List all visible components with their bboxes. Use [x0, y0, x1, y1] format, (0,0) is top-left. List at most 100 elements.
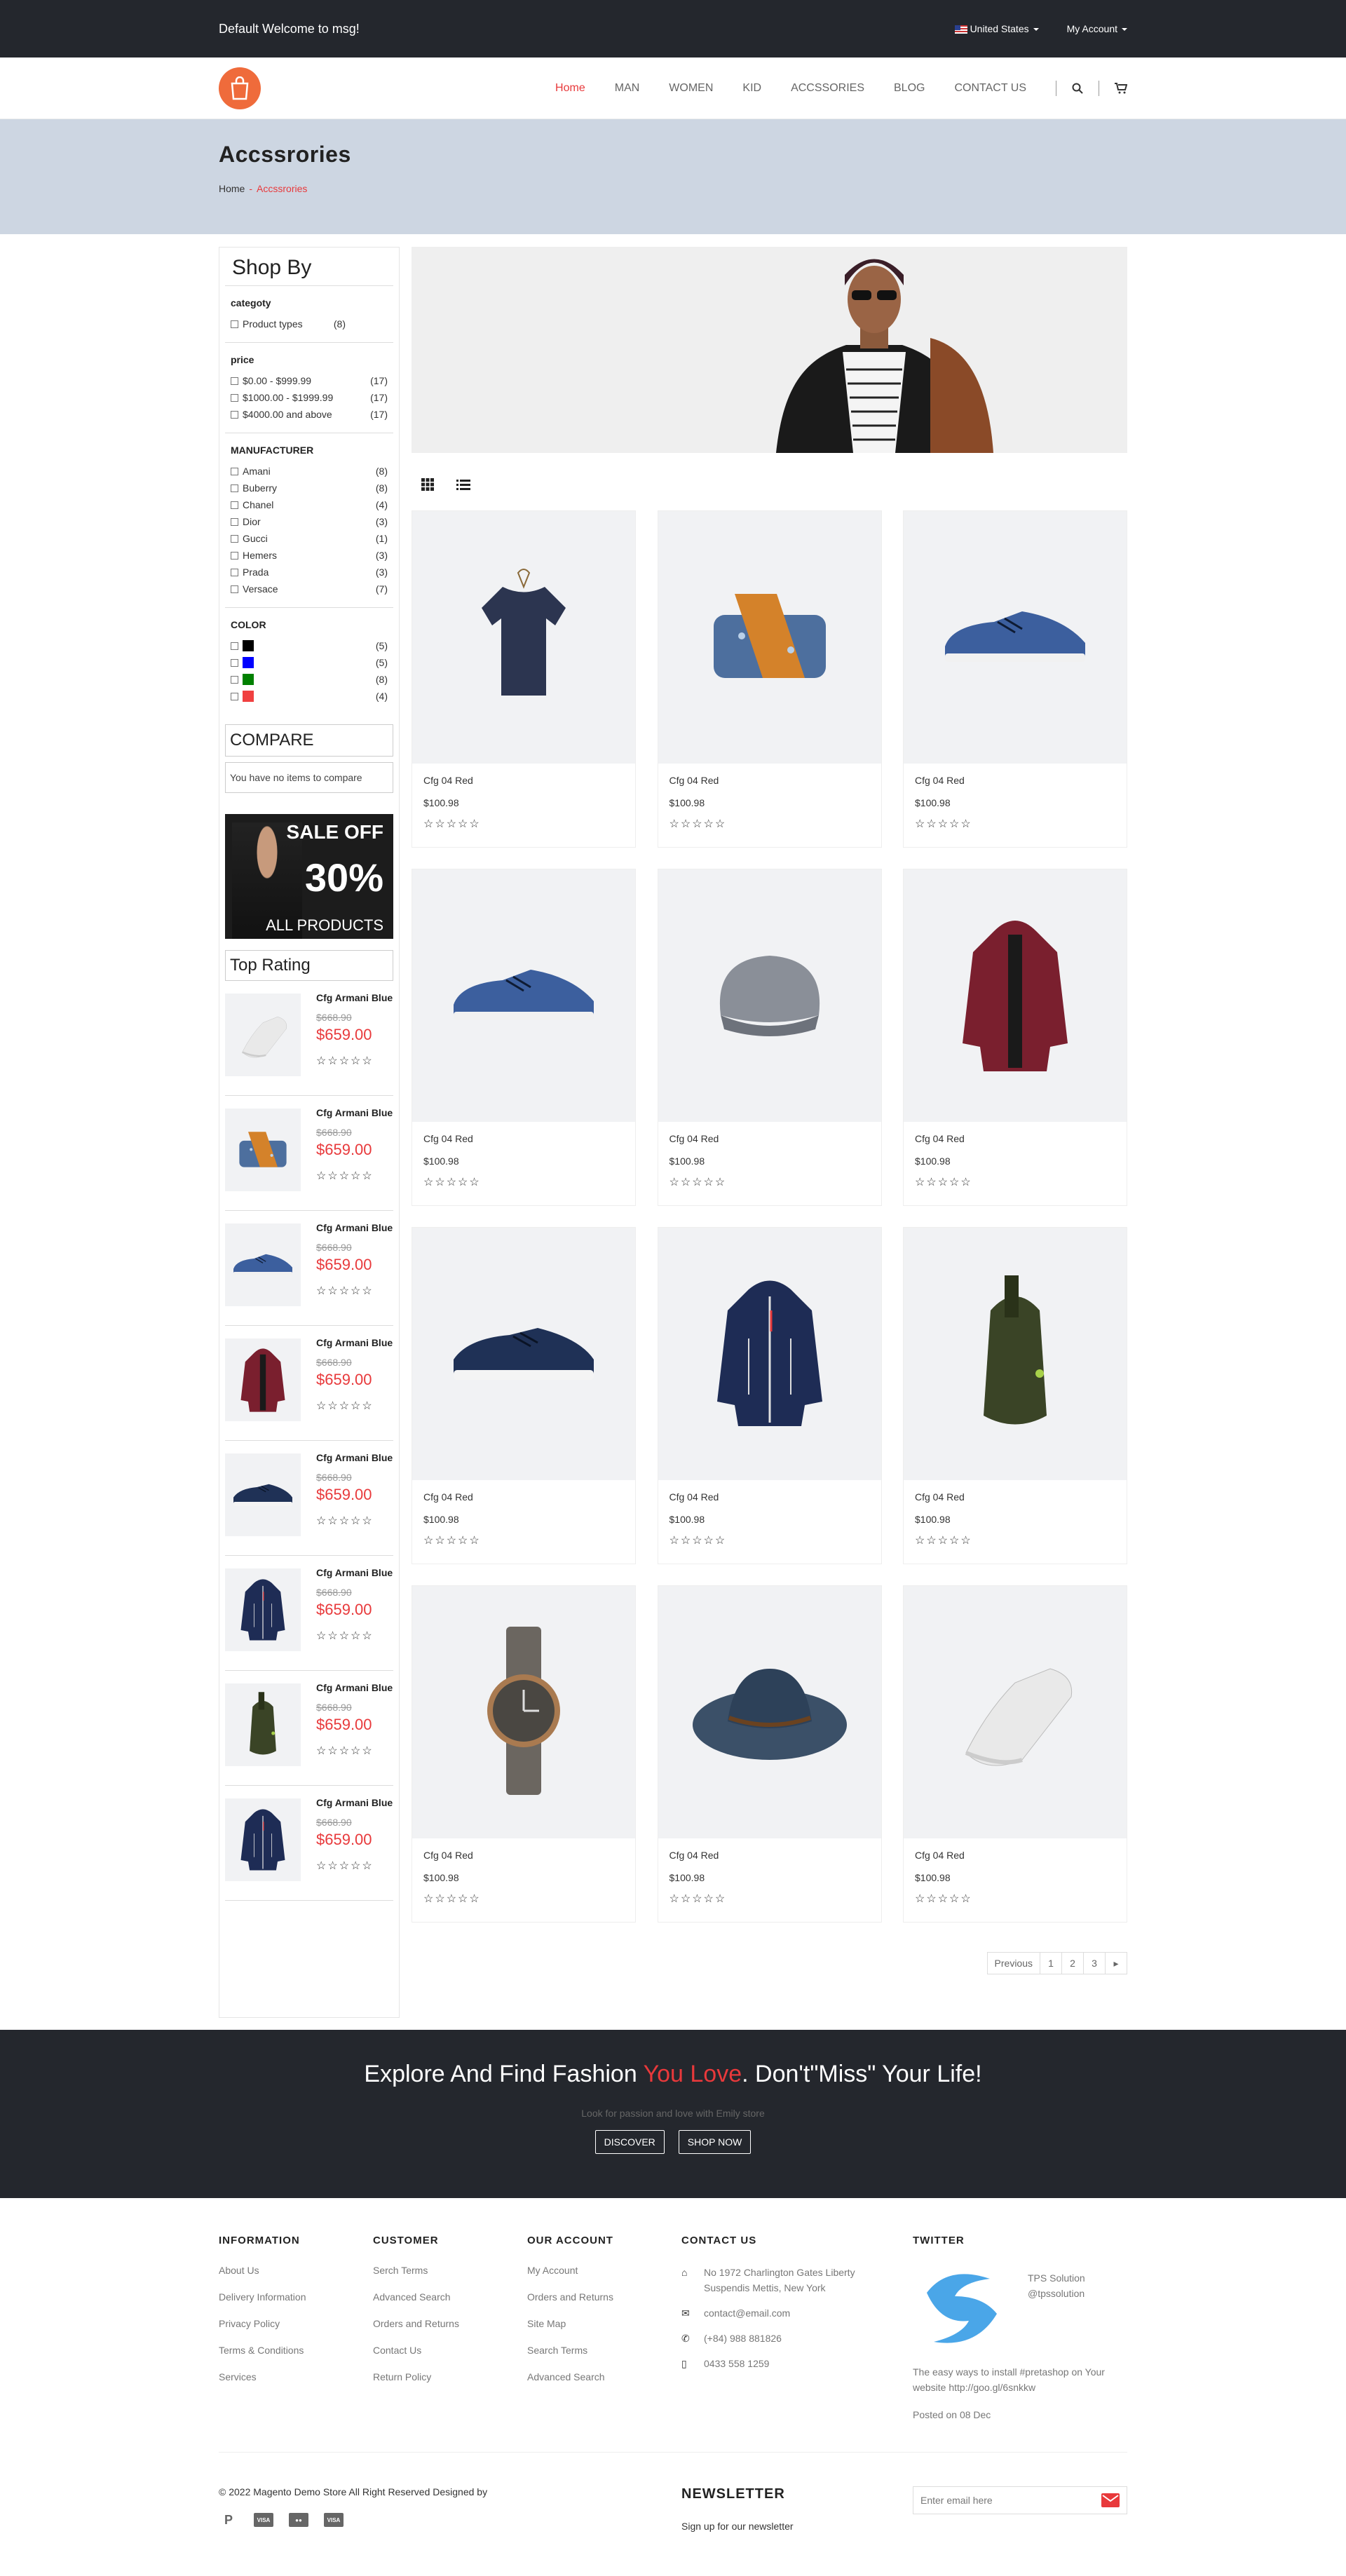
product-name[interactable]: Cfg 04 Red — [423, 775, 624, 786]
rating-product-name[interactable]: Cfg Armani Blue — [316, 1222, 393, 1233]
product-name[interactable]: Cfg 04 Red — [423, 1491, 624, 1503]
product-card[interactable]: Cfg 04 Red $100.98 ☆☆☆☆☆ — [657, 1585, 882, 1923]
envelope-icon[interactable] — [1101, 2493, 1120, 2507]
country-selector[interactable]: United States — [954, 23, 1039, 34]
product-name[interactable]: Cfg 04 Red — [423, 1850, 624, 1861]
filter-option[interactable]: Chanel (4) — [231, 496, 388, 513]
nav-contact[interactable]: CONTACT US — [954, 82, 1026, 95]
top-rating-item[interactable]: Cfg Armani Blue $668.90 $659.00 ☆☆☆☆☆ — [225, 981, 393, 1096]
checkbox[interactable] — [231, 320, 238, 328]
product-card[interactable]: Cfg 04 Red $100.98 ☆☆☆☆☆ — [903, 510, 1127, 848]
top-rating-item[interactable]: Cfg Armani Blue $668.90 $659.00 ☆☆☆☆☆ — [225, 1786, 393, 1901]
filter-option[interactable]: Buberry (8) — [231, 480, 388, 496]
rating-product-name[interactable]: Cfg Armani Blue — [316, 1107, 393, 1118]
checkbox[interactable] — [231, 585, 238, 593]
footer-link[interactable]: Advanced Search — [373, 2291, 527, 2303]
rating-thumb[interactable] — [225, 1798, 301, 1881]
rating-product-name[interactable]: Cfg Armani Blue — [316, 1337, 393, 1348]
checkbox[interactable] — [231, 393, 238, 402]
search-icon[interactable] — [1072, 83, 1083, 94]
footer-link[interactable]: My Account — [527, 2265, 681, 2276]
rating-product-name[interactable]: Cfg Armani Blue — [316, 1452, 393, 1463]
rating-product-name[interactable]: Cfg Armani Blue — [316, 1567, 393, 1578]
checkbox[interactable] — [231, 467, 238, 475]
checkbox[interactable] — [231, 517, 238, 526]
filter-option[interactable]: Amani (8) — [231, 463, 388, 480]
product-card[interactable]: Cfg 04 Red $100.98 ☆☆☆☆☆ — [657, 510, 882, 848]
filter-option[interactable]: $4000.00 and above (17) — [231, 406, 388, 423]
product-card[interactable]: Cfg 04 Red $100.98 ☆☆☆☆☆ — [903, 1227, 1127, 1564]
rating-thumb[interactable] — [225, 1453, 301, 1536]
top-rating-item[interactable]: Cfg Armani Blue $668.90 $659.00 ☆☆☆☆☆ — [225, 1671, 393, 1786]
product-image[interactable] — [658, 511, 881, 764]
filter-option[interactable]: Dior (3) — [231, 513, 388, 530]
checkbox[interactable] — [231, 658, 238, 667]
footer-link[interactable]: Site Map — [527, 2318, 681, 2329]
checkbox[interactable] — [231, 484, 238, 492]
product-card[interactable]: Cfg 04 Red $100.98 ☆☆☆☆☆ — [412, 1227, 636, 1564]
product-name[interactable]: Cfg 04 Red — [669, 1491, 870, 1503]
footer-link[interactable]: Privacy Policy — [219, 2318, 373, 2329]
checkbox[interactable] — [231, 642, 238, 650]
list-view-icon[interactable] — [456, 479, 470, 490]
rating-product-name[interactable]: Cfg Armani Blue — [316, 1682, 393, 1693]
pager-page-3[interactable]: 3 — [1083, 1952, 1106, 1974]
footer-link[interactable]: Serch Terms — [373, 2265, 527, 2276]
product-image[interactable] — [904, 1228, 1127, 1480]
footer-link[interactable]: Terms & Conditions — [219, 2345, 373, 2356]
contact-email[interactable]: contact@email.com — [704, 2305, 790, 2321]
my-account-menu[interactable]: My Account — [1067, 23, 1127, 34]
product-image[interactable] — [412, 1228, 635, 1480]
product-name[interactable]: Cfg 04 Red — [669, 1850, 870, 1861]
nav-women[interactable]: WOMEN — [669, 82, 713, 95]
product-image[interactable] — [658, 1228, 881, 1480]
filter-option[interactable]: Gucci (1) — [231, 530, 388, 547]
product-name[interactable]: Cfg 04 Red — [915, 1491, 1115, 1503]
product-name[interactable]: Cfg 04 Red — [915, 775, 1115, 786]
product-image[interactable] — [412, 869, 635, 1122]
product-image[interactable] — [658, 1586, 881, 1838]
product-card[interactable]: Cfg 04 Red $100.98 ☆☆☆☆☆ — [657, 1227, 882, 1564]
rating-thumb[interactable] — [225, 1223, 301, 1306]
product-card[interactable]: Cfg 04 Red $100.98 ☆☆☆☆☆ — [657, 869, 882, 1206]
checkbox[interactable] — [231, 675, 238, 684]
product-card[interactable]: Cfg 04 Red $100.98 ☆☆☆☆☆ — [903, 869, 1127, 1206]
product-name[interactable]: Cfg 04 Red — [669, 775, 870, 786]
filter-option[interactable]: Product types (8) — [231, 316, 388, 332]
rating-thumb[interactable] — [225, 1109, 301, 1191]
product-card[interactable]: Cfg 04 Red $100.98 ☆☆☆☆☆ — [412, 510, 636, 848]
top-rating-item[interactable]: Cfg Armani Blue $668.90 $659.00 ☆☆☆☆☆ — [225, 1096, 393, 1211]
rating-thumb[interactable] — [225, 1568, 301, 1651]
footer-link[interactable]: Orders and Returns — [373, 2318, 527, 2329]
nav-kid[interactable]: KID — [742, 82, 761, 95]
nav-accessories[interactable]: ACCSSORIES — [791, 82, 864, 95]
rating-thumb[interactable] — [225, 1683, 301, 1766]
color-option[interactable]: (4) — [231, 688, 388, 705]
rating-product-name[interactable]: Cfg Armani Blue — [316, 992, 393, 1003]
color-option[interactable]: (5) — [231, 654, 388, 671]
footer-link[interactable]: Search Terms — [527, 2345, 681, 2356]
filter-option[interactable]: Versace (7) — [231, 581, 388, 597]
sale-banner[interactable]: SALE OFF 30% ALL PRODUCTS — [225, 814, 393, 939]
product-image[interactable] — [412, 511, 635, 764]
twitter-handle[interactable]: @tpssolution — [1028, 2286, 1085, 2301]
footer-link[interactable]: Return Policy — [373, 2371, 527, 2382]
footer-link[interactable]: Delivery Information — [219, 2291, 373, 2303]
pager-previous[interactable]: Previous — [986, 1952, 1040, 1974]
product-image[interactable] — [412, 1586, 635, 1838]
discover-button[interactable]: DISCOVER — [594, 2130, 665, 2154]
top-rating-item[interactable]: Cfg Armani Blue $668.90 $659.00 ☆☆☆☆☆ — [225, 1556, 393, 1671]
top-rating-item[interactable]: Cfg Armani Blue $668.90 $659.00 ☆☆☆☆☆ — [225, 1326, 393, 1441]
pager-page-2[interactable]: 2 — [1061, 1952, 1084, 1974]
filter-option[interactable]: $0.00 - $999.99 (17) — [231, 372, 388, 389]
product-card[interactable]: Cfg 04 Red $100.98 ☆☆☆☆☆ — [412, 869, 636, 1206]
checkbox[interactable] — [231, 692, 238, 700]
pager-page-1[interactable]: 1 — [1040, 1952, 1062, 1974]
color-option[interactable]: (5) — [231, 637, 388, 654]
checkbox[interactable] — [231, 551, 238, 560]
rating-product-name[interactable]: Cfg Armani Blue — [316, 1797, 393, 1808]
footer-link[interactable]: Advanced Search — [527, 2371, 681, 2382]
product-name[interactable]: Cfg 04 Red — [915, 1850, 1115, 1861]
product-image[interactable] — [904, 869, 1127, 1122]
product-name[interactable]: Cfg 04 Red — [669, 1133, 870, 1144]
